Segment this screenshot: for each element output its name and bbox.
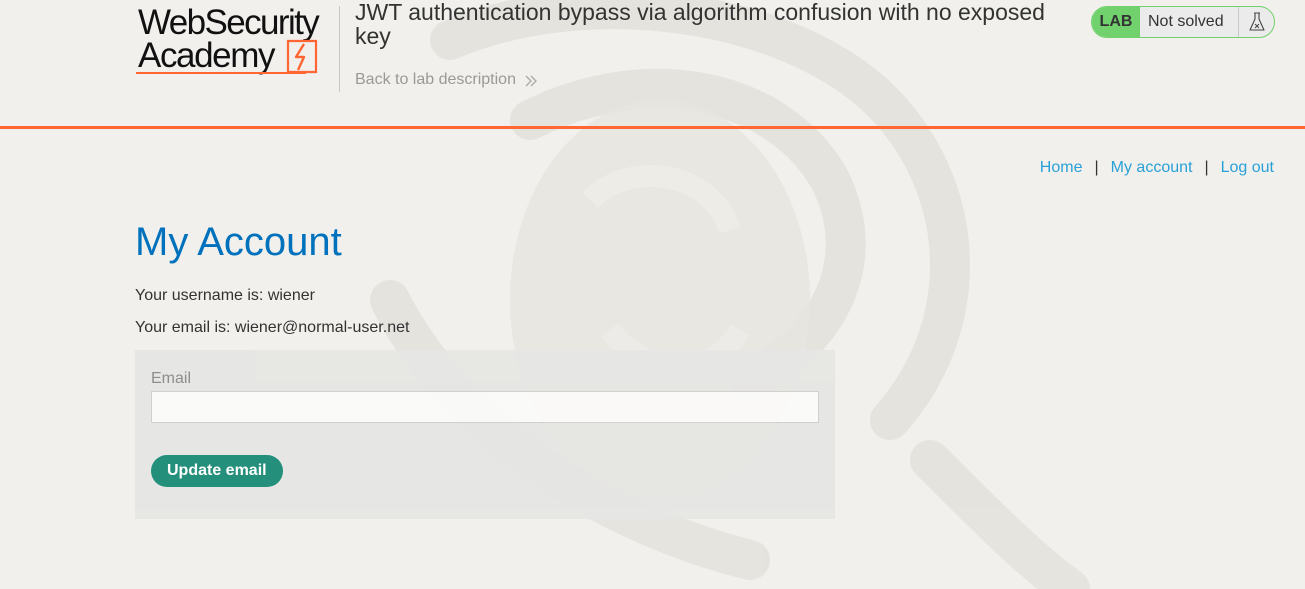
logo-text-line2: Academy [138, 36, 276, 75]
double-chevron-right-icon [525, 75, 537, 86]
email-input[interactable] [151, 391, 819, 423]
back-link-label: Back to lab description [355, 71, 516, 88]
lab-status-text: Not solved [1140, 7, 1239, 37]
email-label: Email [151, 370, 192, 387]
nav-separator: | [1204, 159, 1209, 176]
nav-log-out-link[interactable]: Log out [1221, 159, 1274, 177]
page-title: My Account [135, 220, 342, 264]
lab-title: JWT authentication bypass via algorithm … [355, 0, 1045, 49]
lab-header: WebSecurity Academy JWT authentication b… [0, 0, 1305, 129]
lab-status-widget: LAB Not solved [1091, 6, 1275, 38]
nav-separator: | [1094, 159, 1099, 176]
page: WebSecurity Academy JWT authentication b… [0, 0, 1305, 589]
nav-my-account-link[interactable]: My account [1111, 159, 1193, 177]
username-line: Your username is: wiener [135, 287, 315, 304]
back-to-lab-description-link[interactable]: Back to lab description [355, 71, 538, 89]
nav-home-link[interactable]: Home [1040, 159, 1083, 177]
web-security-academy-logo[interactable]: WebSecurity Academy [136, 5, 336, 77]
logo-bolt-icon [286, 39, 318, 74]
flask-icon [1239, 7, 1274, 37]
logo-underline [136, 72, 306, 74]
email-line: Your email is: wiener@normal-user.net [135, 319, 410, 336]
update-email-button[interactable]: Update email [151, 455, 283, 487]
header-divider [339, 6, 340, 92]
account-nav: Home | My account | Log out [1040, 159, 1274, 177]
lab-badge: LAB [1092, 7, 1140, 37]
change-email-form: Email Update email [135, 350, 835, 519]
